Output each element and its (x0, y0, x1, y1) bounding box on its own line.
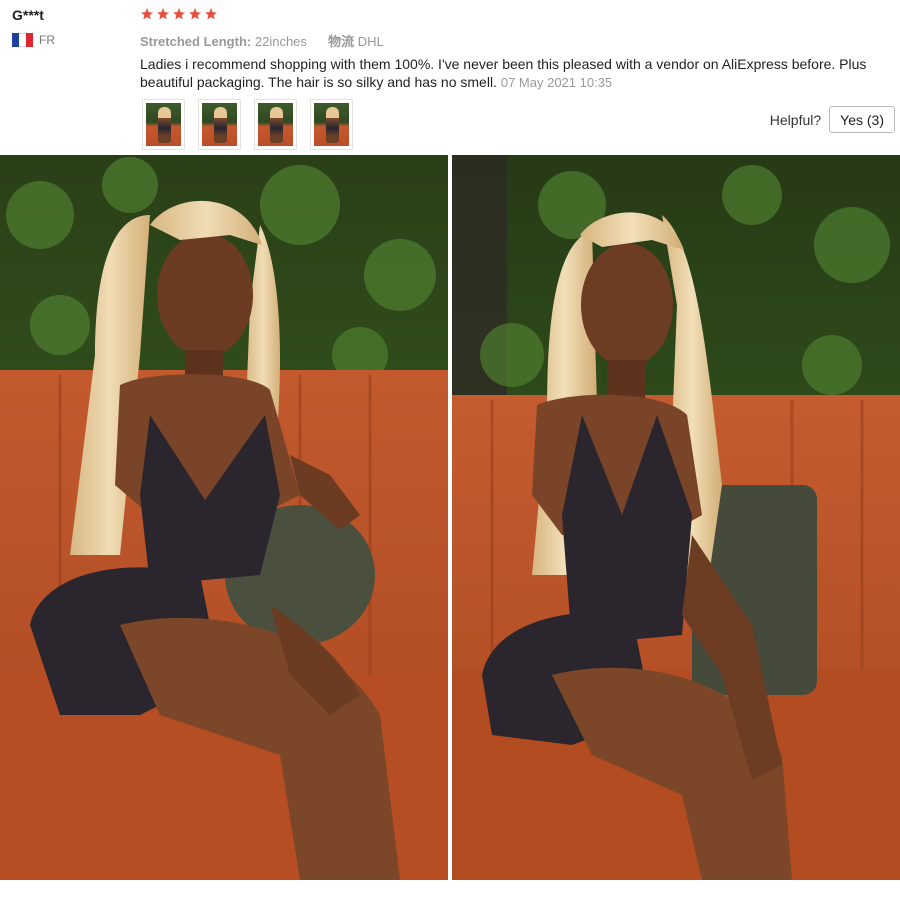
star-icon (141, 8, 153, 20)
review-photo-2[interactable] (452, 155, 900, 880)
attr-length-key: Stretched Length: (140, 34, 252, 49)
review-thumbnails (142, 99, 353, 150)
reviewer-info: G***t FR (12, 7, 122, 47)
review-thumbnail-3[interactable] (254, 99, 297, 150)
country-code: FR (39, 33, 55, 47)
review-text-block: Ladies i recommend shopping with them 10… (140, 55, 875, 92)
review-thumbnail-4[interactable] (310, 99, 353, 150)
helpful-yes-button[interactable]: Yes (3) (829, 106, 895, 133)
reviewer-name: G***t (12, 7, 44, 23)
attr-shipping-key: 物流 (328, 34, 355, 49)
attr-length-value: 22inches (254, 34, 307, 49)
reviewer-country: FR (12, 33, 55, 47)
star-rating (140, 7, 218, 21)
helpful-label: Helpful? (769, 111, 822, 128)
review-thumbnail-2[interactable] (198, 99, 241, 150)
attr-shipping-value: DHL (357, 34, 384, 49)
helpful-section: Helpful? Yes (3) (770, 106, 895, 133)
review-photo-1[interactable] (0, 155, 448, 880)
star-icon (157, 8, 169, 20)
star-icon (189, 8, 201, 20)
star-icon (173, 8, 185, 20)
france-flag-icon (12, 33, 33, 47)
review-attributes: Stretched Length: 22inches 物流 DHL (140, 31, 384, 50)
star-icon (205, 8, 217, 20)
review-thumbnail-1[interactable] (142, 99, 185, 150)
review-date: 07 May 2021 10:35 (500, 75, 613, 90)
